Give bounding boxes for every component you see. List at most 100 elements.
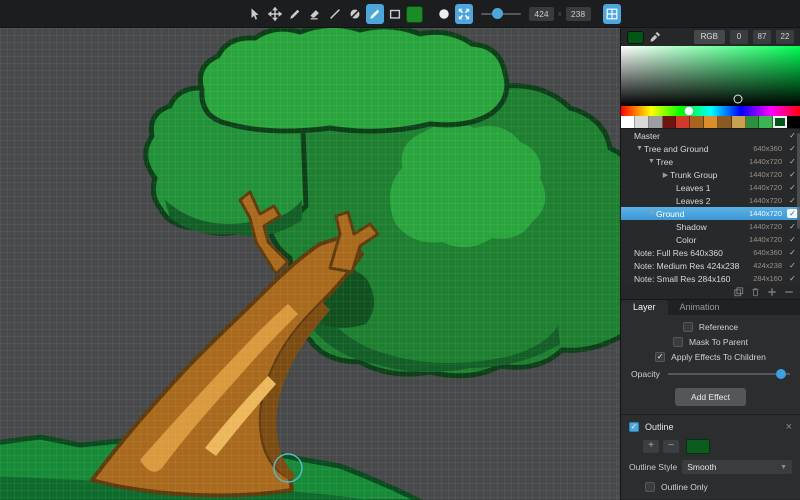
disclosure-down-icon[interactable]: ▼ (647, 210, 656, 217)
toolbar-color-swatch[interactable] (406, 6, 423, 23)
palette-swatch[interactable] (676, 116, 690, 128)
select-tool-icon[interactable] (246, 4, 264, 24)
move-tool-icon[interactable] (266, 4, 284, 24)
layer-row[interactable]: ▶Trunk Group1440x720✓ (621, 168, 800, 181)
rect-tool-icon[interactable] (386, 4, 404, 24)
layer-row[interactable]: Note: Small Res 284x160284x160✓ (621, 272, 800, 285)
layer-visibility-checkbox[interactable]: ✓ (787, 261, 798, 270)
layer-row[interactable]: ▼Tree and Ground640x360✓ (621, 142, 800, 155)
eraser-tool-icon[interactable] (306, 4, 324, 24)
color-mode-button[interactable]: RGB (694, 30, 725, 44)
outline-only-row: Outline Only (645, 480, 792, 494)
outline-enabled-checkbox[interactable]: ✓ (629, 422, 639, 432)
layer-row[interactable]: Note: Medium Res 424x238424x238 ✓ (621, 259, 800, 272)
add-layer-icon[interactable] (767, 287, 777, 297)
palette-swatch[interactable] (621, 116, 635, 128)
palette-swatch[interactable] (690, 116, 704, 128)
layer-size: 284x160 (753, 274, 782, 283)
layer-row[interactable]: Leaves 21440x720✓ (621, 194, 800, 207)
saturation-value-picker[interactable] (621, 46, 800, 106)
red-value-field[interactable]: 0 (730, 30, 748, 44)
canvas-height-field[interactable]: 238 (566, 7, 591, 21)
outline-color-row: + − (643, 439, 792, 454)
palette-swatch[interactable] (718, 116, 732, 128)
brush-shape-icon[interactable] (435, 4, 453, 24)
disclosure-down-icon[interactable]: ▼ (635, 145, 644, 152)
tool-cluster: 424 x 238 (246, 3, 621, 25)
tab-animation[interactable]: Animation (668, 300, 732, 315)
add-effect-button[interactable]: Add Effect (675, 388, 746, 406)
eyedropper-icon[interactable] (649, 31, 661, 43)
blue-value-field[interactable]: 22 (776, 30, 794, 44)
opacity-slider-track (668, 373, 790, 375)
sv-picker-cursor[interactable] (734, 94, 743, 103)
duplicate-layer-icon[interactable] (734, 287, 744, 297)
hue-slider[interactable] (621, 106, 800, 116)
layer-row[interactable]: ▼Ground1440x720✓ (621, 207, 800, 220)
brush-tool-icon-active[interactable] (366, 4, 384, 24)
layer-row[interactable]: Note: Full Res 640x360640x360✓ (621, 246, 800, 259)
fill-tool-icon[interactable] (346, 4, 364, 24)
layer-visibility-checkbox[interactable]: ✓ (787, 248, 798, 257)
palette-swatch[interactable] (759, 116, 773, 128)
outline-remove-color-button[interactable]: − (663, 440, 679, 453)
layer-name: Tree (656, 157, 749, 167)
layer-visibility-checkbox[interactable]: ✓ (787, 274, 798, 283)
outline-add-color-button[interactable]: + (643, 440, 659, 453)
disclosure-down-icon[interactable]: ▼ (647, 158, 656, 165)
pencil-tool-icon[interactable] (286, 4, 304, 24)
palette-swatch[interactable] (635, 116, 649, 128)
toolbar-slider[interactable] (481, 4, 521, 24)
palette-row (621, 116, 800, 128)
layer-size: 1440x720 (749, 235, 782, 244)
palette-swatch[interactable] (773, 116, 787, 128)
remove-effect-icon[interactable]: × (786, 422, 792, 432)
opacity-slider[interactable] (668, 367, 790, 381)
palette-swatch[interactable] (663, 116, 677, 128)
toolbar-slider-handle[interactable] (492, 8, 503, 19)
layer-name: Note: Medium Res 424x238 (634, 261, 753, 271)
checkbox[interactable] (683, 322, 693, 332)
drawing-canvas[interactable] (0, 28, 620, 500)
checkbox[interactable] (673, 337, 683, 347)
layer-row[interactable]: Master✓ (621, 129, 800, 142)
outline-effect-section: ✓ Outline × + − Outline Style Smooth ▼ O… (621, 414, 800, 499)
canvas-width-field[interactable]: 424 (529, 7, 554, 21)
layer-row[interactable]: Color1440x720✓ (621, 233, 800, 246)
layer-name: Ground (656, 209, 749, 219)
transform-expand-icon[interactable] (455, 4, 473, 24)
checkbox-row: ✓Apply Effects To Children (629, 349, 792, 364)
disclosure-right-icon[interactable]: ▶ (661, 171, 670, 179)
layer-row[interactable]: ▼Tree1440x720✓ (621, 155, 800, 168)
layer-row[interactable]: Leaves 11440x720✓ (621, 181, 800, 194)
grid-toggle-icon[interactable] (603, 4, 621, 24)
delete-layer-icon[interactable] (751, 287, 760, 297)
tab-layer[interactable]: Layer (621, 300, 668, 315)
layer-row[interactable]: Shadow1440x720✓ (621, 220, 800, 233)
outline-color-swatch[interactable] (686, 439, 710, 454)
outline-style-row: Outline Style Smooth ▼ (629, 460, 792, 474)
size-separator: x (556, 11, 564, 18)
line-tool-icon[interactable] (326, 4, 344, 24)
top-toolbar: 424 x 238 (0, 0, 800, 28)
outline-only-label: Outline Only (661, 482, 708, 492)
palette-swatch[interactable] (787, 116, 800, 128)
checkbox-label: Reference (699, 322, 738, 332)
layer-size: 424x238 (753, 261, 782, 270)
palette-swatch[interactable] (649, 116, 663, 128)
remove-layer-icon[interactable] (784, 287, 794, 297)
layer-name: Shadow (676, 222, 749, 232)
outline-style-select[interactable]: Smooth ▼ (682, 460, 792, 474)
palette-swatch[interactable] (746, 116, 760, 128)
pixel-art-tree (0, 28, 620, 500)
opacity-slider-handle[interactable] (776, 369, 786, 379)
checkbox[interactable]: ✓ (655, 352, 665, 362)
green-value-field[interactable]: 87 (753, 30, 771, 44)
palette-swatch[interactable] (704, 116, 718, 128)
layer-size: 640x360 (753, 248, 782, 257)
layer-visibility-checkbox[interactable]: ✓ (787, 235, 798, 244)
outline-only-checkbox[interactable] (645, 482, 655, 492)
hue-slider-handle[interactable] (685, 107, 694, 116)
palette-swatch[interactable] (732, 116, 746, 128)
current-color-swatch[interactable] (627, 31, 644, 44)
